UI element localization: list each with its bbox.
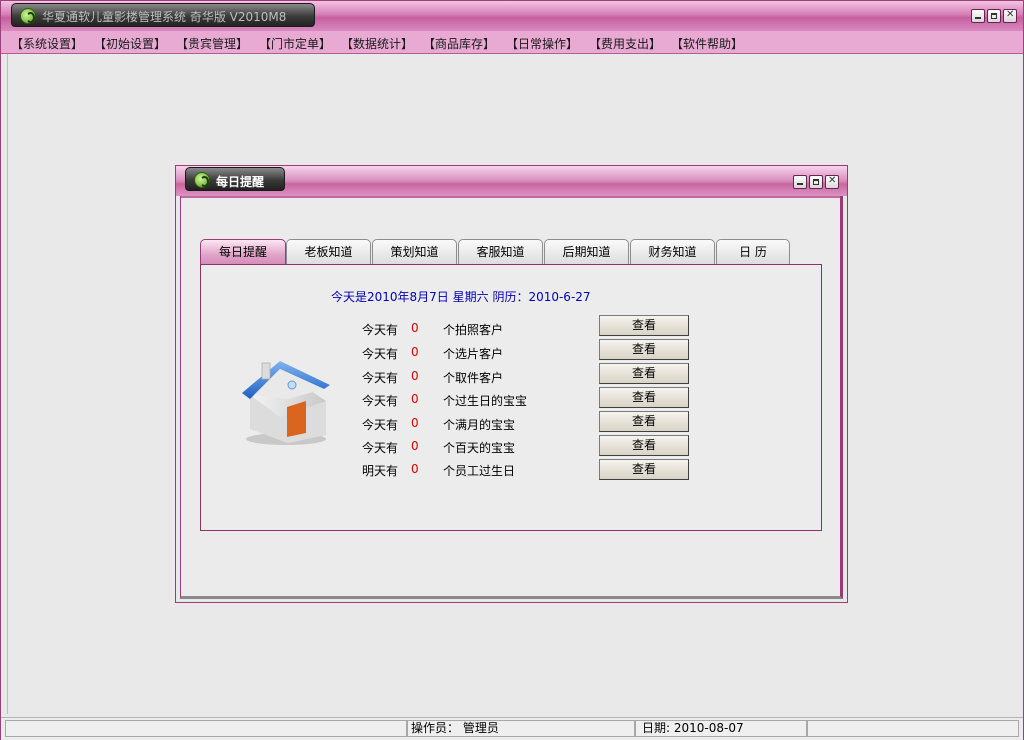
minimize-icon[interactable] bbox=[971, 9, 985, 23]
close-icon[interactable] bbox=[825, 175, 839, 189]
minimize-icon[interactable] bbox=[793, 175, 807, 189]
menu-software-help[interactable]: 【软件帮助】 bbox=[671, 35, 743, 52]
menu-expenses[interactable]: 【费用支出】 bbox=[589, 35, 661, 52]
child-window-title: 每日提醒 bbox=[216, 175, 265, 189]
view-button-pickup-clients[interactable]: 查看 bbox=[599, 363, 689, 384]
view-button-baby-month[interactable]: 查看 bbox=[599, 411, 689, 432]
view-button-photo-clients[interactable]: 查看 bbox=[599, 315, 689, 336]
view-button-staff-birthday[interactable]: 查看 bbox=[599, 459, 689, 480]
row-3-desc: 个取件客户 bbox=[443, 371, 504, 385]
menu-product-inventory[interactable]: 【商品库存】 bbox=[423, 35, 495, 52]
row-3-count: 0 bbox=[411, 369, 419, 383]
row-6-desc: 个百天的宝宝 bbox=[443, 441, 516, 455]
row-3-label: 今天有 bbox=[362, 371, 399, 385]
row-2-count: 0 bbox=[411, 345, 419, 359]
tab-service-knows[interactable]: 客服知道 bbox=[458, 239, 543, 265]
child-title-tab: 每日提醒 bbox=[185, 167, 285, 191]
row-1-desc: 个拍照客户 bbox=[443, 323, 504, 337]
row-6-label: 今天有 bbox=[362, 441, 399, 455]
row-5-count: 0 bbox=[411, 416, 419, 430]
tab-boss-knows[interactable]: 老板知道 bbox=[286, 239, 371, 265]
menu-initial-settings[interactable]: 【初始设置】 bbox=[94, 35, 166, 52]
status-operator: 操作员： 管理员 bbox=[407, 720, 635, 737]
child-window-controls bbox=[793, 175, 839, 189]
row-7-label: 明天有 bbox=[362, 464, 399, 478]
row-7-desc: 个员工过生日 bbox=[443, 464, 516, 478]
menu-store-orders[interactable]: 【门市定单】 bbox=[259, 35, 331, 52]
view-button-baby-100-days[interactable]: 查看 bbox=[599, 435, 689, 456]
row-4-desc: 个过生日的宝宝 bbox=[443, 394, 528, 408]
row-2-label: 今天有 bbox=[362, 347, 399, 361]
tab-finance-knows[interactable]: 财务知道 bbox=[630, 239, 715, 265]
row-5-label: 今天有 bbox=[362, 418, 399, 432]
row-4-label: 今天有 bbox=[362, 394, 399, 408]
menu-bar: 【系统设置】 【初始设置】 【贵宾管理】 【门市定单】 【数据统计】 【商品库存… bbox=[1, 31, 1023, 54]
tab-daily-reminder[interactable]: 每日提醒 bbox=[200, 239, 286, 265]
row-1-label: 今天有 bbox=[362, 323, 399, 337]
row-1-count: 0 bbox=[411, 321, 419, 335]
row-7-count: 0 bbox=[411, 462, 419, 476]
app-logo-icon bbox=[194, 172, 210, 188]
date-line: 今天是2010年8月7日 星期六 阴历：2010-6-27 bbox=[331, 290, 591, 304]
house-icon bbox=[242, 361, 330, 445]
app-logo-icon bbox=[20, 8, 36, 24]
title-bar[interactable]: 华夏通软儿童影楼管理系统 奇华版 V2010M8 bbox=[1, 1, 1023, 31]
tab-calendar[interactable]: 日 历 bbox=[716, 239, 790, 265]
row-4-count: 0 bbox=[411, 392, 419, 406]
row-6-count: 0 bbox=[411, 439, 419, 453]
close-icon[interactable] bbox=[1003, 9, 1017, 23]
status-cell-extra bbox=[807, 720, 1019, 737]
child-title-bar[interactable]: 每日提醒 bbox=[176, 166, 847, 196]
view-button-baby-birthday[interactable]: 查看 bbox=[599, 387, 689, 408]
maximize-icon[interactable] bbox=[987, 9, 1001, 23]
tab-planning-knows[interactable]: 策划知道 bbox=[372, 239, 457, 265]
app-title: 华夏通软儿童影楼管理系统 奇华版 V2010M8 bbox=[42, 10, 287, 24]
status-bar: 操作员： 管理员 日期: 2010-08-07 bbox=[1, 717, 1023, 740]
view-button-selection-clients[interactable]: 查看 bbox=[599, 339, 689, 360]
tab-postprod-knows[interactable]: 后期知道 bbox=[544, 239, 629, 265]
row-2-desc: 个选片客户 bbox=[443, 347, 504, 361]
child-body-top-border bbox=[181, 196, 840, 198]
menu-vip-management[interactable]: 【贵宾管理】 bbox=[176, 35, 248, 52]
row-5-desc: 个满月的宝宝 bbox=[443, 418, 516, 432]
title-tab: 华夏通软儿童影楼管理系统 奇华版 V2010M8 bbox=[11, 3, 315, 27]
window-controls bbox=[971, 9, 1017, 23]
menu-data-statistics[interactable]: 【数据统计】 bbox=[341, 35, 413, 52]
status-cell-empty bbox=[5, 720, 407, 737]
status-date: 日期: 2010-08-07 bbox=[635, 720, 807, 737]
menu-system-settings[interactable]: 【系统设置】 bbox=[11, 35, 83, 52]
menu-daily-operations[interactable]: 【日常操作】 bbox=[506, 35, 578, 52]
maximize-icon[interactable] bbox=[809, 175, 823, 189]
